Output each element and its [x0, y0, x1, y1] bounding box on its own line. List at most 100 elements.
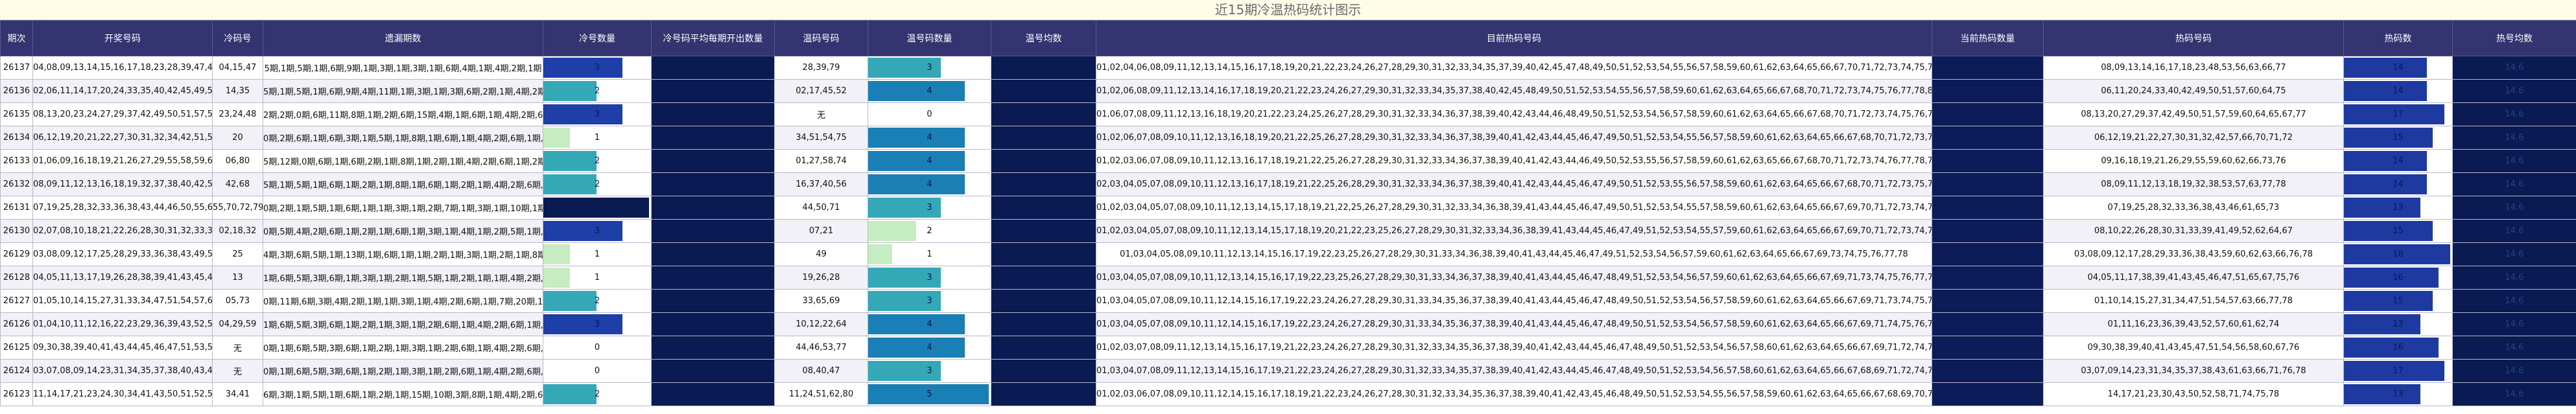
cold-numbers-cell: 无	[212, 359, 263, 383]
issue-cell: 26124	[0, 359, 33, 383]
warm-numbers-cell: 34,51,54,75	[774, 126, 868, 150]
current-hot-count-cell	[1932, 149, 2044, 173]
miss-periods-cell: 4期,3期,6期,5期,1期,13期,1期,6期,1期,1期,2期,1期,3期,…	[263, 242, 543, 266]
warm-avg-cell	[991, 289, 1096, 313]
column-header: 温号均数	[991, 20, 1096, 56]
table-row: 26125 09,30,38,39,40,41,43,44,45,46,47,51…	[0, 336, 2576, 360]
issue-cell: 26129	[0, 242, 33, 266]
table-row: 26124 03,07,08,09,14,23,31,34,35,37,38,40…	[0, 359, 2576, 383]
hot-numbers-cell: 07,19,25,28,32,33,36,38,43,46,61,65,73	[2043, 196, 2344, 220]
stats-table: 期次 开奖号码 冷码号 遗漏期数 冷号数量 冷号码平均每期开出数量 温码号码 温号码数量 温号均…	[0, 20, 2576, 406]
warm-count-cell-value: 3	[927, 63, 932, 73]
miss-periods-cell: 1期,6期,5期,3期,6期,1期,2期,1期,3期,1期,2期,6期,1期,4…	[263, 312, 543, 336]
current-hot-numbers-cell: 01,02,06,07,08,09,10,11,12,13,16,18,19,2…	[1096, 126, 1932, 150]
page-title: 近15期冷温热码统计图示	[0, 0, 2576, 20]
cold-count-cell-value: 3	[594, 63, 600, 73]
hot-count-cell-value: 14	[2393, 156, 2404, 166]
warm-numbers-cell: 10,12,22,64	[774, 312, 868, 336]
hot-count-cell-value: 14	[2393, 63, 2404, 73]
warm-avg-cell	[991, 266, 1096, 290]
draw-numbers-cell: 08,09,11,12,13,16,18,19,32,37,38,40,42,5…	[32, 172, 213, 196]
warm-numbers-cell: 08,40,47	[774, 359, 868, 383]
warm-count-cell-value: 4	[927, 86, 932, 96]
hot-count-cell-value: 13	[2393, 203, 2404, 213]
column-header: 期次	[0, 20, 33, 56]
cold-count-cell-fill	[543, 151, 597, 171]
column-header: 温号码数量	[868, 20, 991, 56]
current-hot-numbers-cell: 01,02,04,06,08,09,11,12,13,14,15,16,17,1…	[1096, 56, 1932, 80]
column-header: 热号均数	[2452, 20, 2576, 56]
cold-count-cell-value: 4	[594, 203, 600, 213]
hot-numbers-cell: 08,13,20,27,29,37,42,49,50,51,57,59,60,6…	[2043, 102, 2344, 126]
cold-avg-cell	[651, 172, 775, 196]
miss-periods-cell: 0期,11期,6期,3期,4期,2期,1期,1期,3期,1期,4期,2期,6期,…	[263, 289, 543, 313]
warm-count-cell-value: 4	[927, 343, 932, 352]
hot-numbers-cell: 09,16,18,19,21,26,29,55,59,60,62,66,73,7…	[2043, 149, 2344, 173]
warm-count-cell-fill	[868, 221, 917, 241]
warm-count-cell: 3	[868, 359, 991, 383]
hot-avg-cell: 14.6	[2452, 219, 2576, 243]
warm-numbers-cell: 33,65,69	[774, 289, 868, 313]
current-hot-count-cell	[1932, 359, 2044, 383]
cold-count-cell-fill	[543, 244, 570, 264]
cold-numbers-cell: 55,70,72,79	[212, 196, 263, 220]
warm-avg-cell	[991, 102, 1096, 126]
warm-count-cell-value: 1	[927, 249, 932, 259]
cold-count-cell-value: 3	[594, 319, 600, 329]
hot-count-cell-value: 18	[2393, 249, 2404, 259]
current-hot-count-cell	[1932, 266, 2044, 290]
hot-numbers-cell: 03,08,09,12,17,28,29,33,36,38,43,59,60,6…	[2043, 242, 2344, 266]
cold-numbers-cell: 04,15,47	[212, 56, 263, 80]
draw-numbers-cell: 04,08,09,13,14,15,16,17,18,23,28,39,47,4…	[32, 56, 213, 80]
warm-numbers-cell: 19,26,28	[774, 266, 868, 290]
cold-count-cell-fill	[543, 221, 623, 241]
warm-count-cell: 4	[868, 149, 991, 173]
miss-periods-cell: 5期,1期,5期,1期,6期,1期,2期,1期,8期,1期,6期,1期,2期,1…	[263, 172, 543, 196]
warm-count-cell-value: 3	[927, 273, 932, 282]
cold-avg-cell	[651, 126, 775, 150]
warm-avg-cell	[991, 242, 1096, 266]
hot-avg-cell: 14.6	[2452, 266, 2576, 290]
cold-count-cell-value: 1	[594, 273, 600, 282]
cold-count-cell: 2	[543, 79, 652, 103]
issue-cell: 26131	[0, 196, 33, 220]
hot-count-cell: 13	[2343, 382, 2453, 406]
issue-cell: 26137	[0, 56, 33, 80]
draw-numbers-cell: 09,30,38,39,40,41,43,44,45,46,47,51,53,5…	[32, 336, 213, 360]
cold-avg-cell	[651, 312, 775, 336]
hot-count-cell-value: 14	[2393, 179, 2404, 189]
current-hot-count-cell	[1932, 196, 2044, 220]
warm-avg-cell	[991, 172, 1096, 196]
hot-count-cell-value: 15	[2393, 296, 2404, 306]
hot-count-cell-value: 17	[2393, 109, 2404, 119]
column-header: 当前热码数量	[1932, 20, 2044, 56]
warm-avg-cell	[991, 312, 1096, 336]
miss-periods-cell: 5期,1期,5期,1期,6期,9期,1期,3期,1期,3期,1期,6期,4期,1…	[263, 56, 543, 80]
cold-count-cell: 0	[543, 359, 652, 383]
table-row: 26130 02,07,08,10,18,21,22,26,28,30,31,32…	[0, 219, 2576, 243]
issue-cell: 26130	[0, 219, 33, 243]
cold-count-cell-fill	[543, 384, 597, 404]
warm-avg-cell	[991, 382, 1096, 406]
warm-count-cell-value: 5	[927, 389, 932, 399]
current-hot-numbers-cell: 01,03,04,05,07,08,09,10,11,12,14,15,16,1…	[1096, 289, 1932, 313]
miss-periods-cell: 0期,1期,6期,5期,3期,6期,1期,2期,1期,3期,1期,2期,6期,1…	[263, 336, 543, 360]
issue-cell: 26136	[0, 79, 33, 103]
hot-count-cell-value: 14	[2393, 86, 2404, 96]
table-row: 26126 01,04,10,11,12,16,22,23,29,36,39,43…	[0, 312, 2576, 336]
hot-count-cell: 16	[2343, 266, 2453, 290]
draw-numbers-cell: 01,04,10,11,12,16,22,23,29,36,39,43,52,5…	[32, 312, 213, 336]
current-hot-numbers-cell: 01,03,04,05,08,09,10,11,12,13,14,15,16,1…	[1096, 242, 1932, 266]
column-header: 冷码号	[212, 20, 263, 56]
hot-count-cell: 15	[2343, 126, 2453, 150]
hot-count-cell: 15	[2343, 289, 2453, 313]
cold-avg-cell	[651, 266, 775, 290]
cold-numbers-cell: 14,35	[212, 79, 263, 103]
current-hot-count-cell	[1932, 102, 2044, 126]
hot-numbers-cell: 08,09,11,12,13,18,19,32,38,53,57,63,77,7…	[2043, 172, 2344, 196]
hot-count-cell-fill	[2344, 221, 2433, 241]
warm-avg-cell	[991, 196, 1096, 220]
warm-count-cell-value: 4	[927, 133, 932, 143]
draw-numbers-cell: 11,14,17,21,23,24,30,34,41,43,50,51,52,5…	[32, 382, 213, 406]
hot-count-cell-fill	[2344, 58, 2427, 78]
